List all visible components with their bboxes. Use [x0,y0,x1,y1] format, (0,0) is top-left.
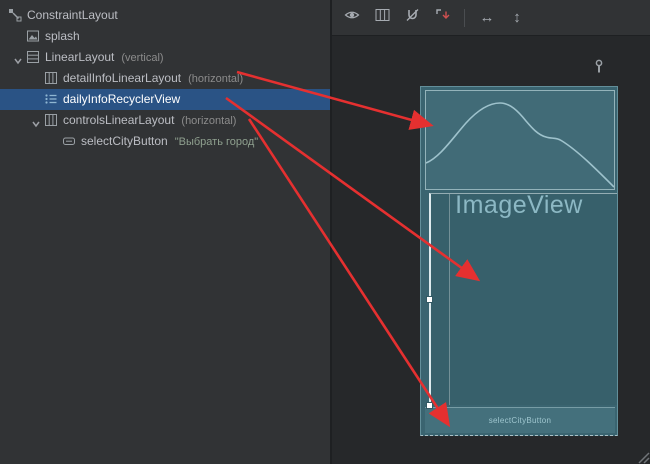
chevron-down-icon[interactable] [31,116,41,126]
preview-selectcitybutton[interactable]: selectCityButton [425,407,615,433]
vertical-arrows-icon: ↕ [513,10,521,25]
design-toolbar: ↔ ↕ [332,0,650,36]
tree-row-detailinfolinearlayout[interactable]: detailInfoLinearLayout(horizontal) [0,68,330,89]
linearlayout-horizontal-icon [44,113,58,127]
autoconnect-off-button[interactable] [402,8,422,28]
horizontal-arrows-icon: ↔ [480,10,495,25]
linearlayout-vertical-icon [26,50,40,64]
preview-button-label: selectCityButton [489,416,552,425]
component-tree-panel: ConstraintLayout splash LinearLayout(ver… [0,0,330,464]
magnet-off-icon [405,8,420,27]
render-settings-button[interactable] [590,60,608,78]
tree-label: splash [45,29,80,43]
layout-editor-window: ConstraintLayout splash LinearLayout(ver… [0,0,650,464]
default-margins-button[interactable] [432,8,452,28]
selection-handle-bottom-left[interactable] [426,402,433,409]
wrench-icon [593,59,605,79]
tree-row-selectcitybutton[interactable]: selectCityButton"Выбрать город" [0,131,330,152]
column-guides-button[interactable] [372,8,392,28]
pan-vertical-button[interactable]: ↕ [507,8,527,28]
preview-device-screen[interactable]: ImageView selectCityButton [420,86,618,436]
tree-label: detailInfoLinearLayout(horizontal) [63,71,243,85]
imageview-placeholder-label: ImageView [421,191,617,220]
tree-annotation-text-value: "Выбрать город" [175,136,258,148]
margins-icon [435,8,450,27]
eye-icon [344,8,360,27]
tree-annotation: (horizontal) [181,115,236,127]
tree-label: LinearLayout(vertical) [45,50,164,64]
view-options-button[interactable] [342,8,362,28]
tree-row-dailyinforecyclerview[interactable]: dailyInfoRecyclerView [0,89,330,110]
resize-grip[interactable] [636,450,650,464]
temperature-curve [426,91,614,189]
tree-label: dailyInfoRecyclerView [63,92,180,106]
tree-row-splash[interactable]: splash [0,26,330,47]
design-canvas[interactable]: ImageView selectCityButton [332,36,650,464]
constraint-layout-icon [8,8,22,22]
preview-recyclerview-section[interactable] [429,193,617,405]
recyclerview-icon [44,92,58,106]
tree-annotation: (vertical) [121,52,163,64]
chevron-down-icon[interactable] [13,53,23,63]
linearlayout-horizontal-icon [44,71,58,85]
component-tree: ConstraintLayout splash LinearLayout(ver… [0,5,330,152]
imageview-icon [26,29,40,43]
tree-label: ConstraintLayout [27,8,118,22]
selection-handle-left[interactable] [426,296,433,303]
toolbar-separator [464,9,465,27]
column-guides-icon [375,8,390,27]
preview-detailinfo-section[interactable] [425,90,615,190]
tree-label: selectCityButton"Выбрать город" [81,134,258,148]
pan-horizontal-button[interactable]: ↔ [477,8,497,28]
tree-row-controlslinearlayout[interactable]: controlsLinearLayout(horizontal) [0,110,330,131]
tree-row-linearlayout[interactable]: LinearLayout(vertical) [0,47,330,68]
tree-row-constraintlayout[interactable]: ConstraintLayout [0,5,330,26]
tree-annotation: (horizontal) [188,73,243,85]
tree-label: controlsLinearLayout(horizontal) [63,113,236,127]
button-icon [62,134,76,148]
